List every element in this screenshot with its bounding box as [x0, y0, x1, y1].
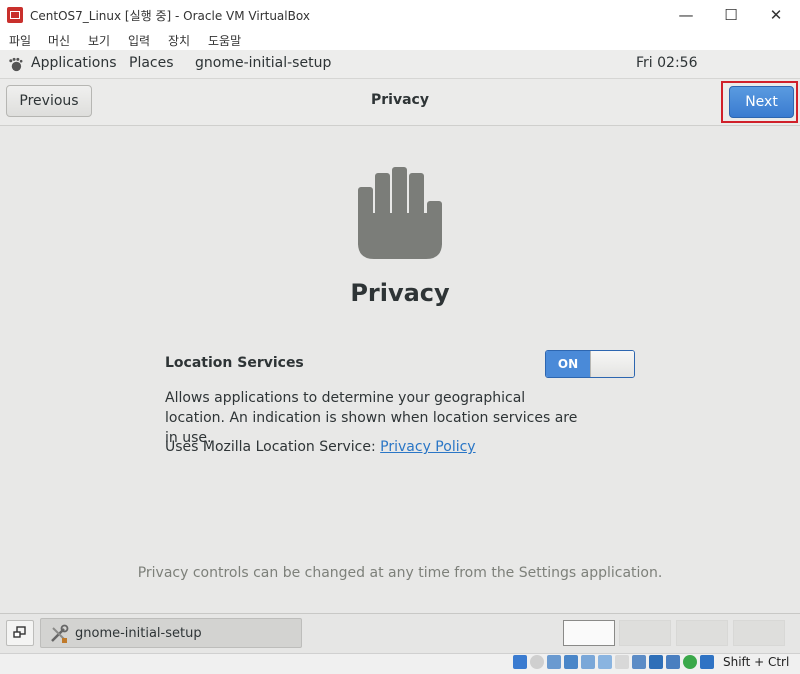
vbox-menu-bar: 파일 머신 보기 입력 장치 도움말 [0, 30, 800, 50]
clock[interactable]: Fri 02:56 [636, 55, 697, 71]
network-adapter-icon[interactable] [564, 655, 578, 669]
window-title: CentOS7_Linux [실행 중] - Oracle VM Virtual… [30, 9, 310, 23]
previous-button[interactable]: Previous [6, 85, 92, 117]
tools-icon [51, 624, 69, 643]
close-button[interactable]: ✕ [761, 5, 791, 25]
gnome-top-bar: Applications Places gnome-initial-setup … [0, 50, 800, 121]
show-desktop-button[interactable] [6, 620, 34, 646]
menu-view[interactable]: 보기 [88, 32, 110, 49]
host-key-label: Shift + Ctrl [723, 655, 790, 669]
workspace-4[interactable] [733, 620, 785, 646]
location-services-label: Location Services [165, 355, 304, 371]
app-menu[interactable]: gnome-initial-setup [195, 55, 331, 71]
vbox-title-bar: CentOS7_Linux [실행 중] - Oracle VM Virtual… [0, 0, 800, 30]
menu-help[interactable]: 도움말 [208, 32, 241, 49]
hard-disk-icon[interactable] [513, 655, 527, 669]
vbox-device-icons [513, 655, 714, 669]
applications-menu[interactable]: Applications [31, 55, 117, 71]
cpu-icon[interactable] [666, 655, 680, 669]
show-desktop-icon [13, 626, 26, 638]
location-services-switch[interactable]: ON [545, 350, 635, 378]
taskbar-item-label: gnome-initial-setup [75, 626, 202, 641]
menu-devices[interactable]: 장치 [168, 32, 190, 49]
virtualbox-icon [7, 7, 23, 23]
mozilla-location-line: Uses Mozilla Location Service: Privacy P… [165, 439, 476, 455]
privacy-hand-icon [358, 167, 442, 259]
places-menu[interactable]: Places [129, 55, 174, 71]
header-title: Privacy [371, 92, 429, 108]
workspace-1[interactable] [563, 620, 615, 646]
vm-window-icon[interactable] [649, 655, 663, 669]
privacy-footer-note: Privacy controls can be changed at any t… [137, 565, 663, 581]
video-capture-icon[interactable] [632, 655, 646, 669]
usb-icon[interactable] [581, 655, 595, 669]
menu-machine[interactable]: 머신 [48, 32, 70, 49]
display-icon[interactable] [615, 655, 629, 669]
mouse-integration-icon[interactable] [683, 655, 697, 669]
maximize-button[interactable]: ☐ [716, 5, 746, 25]
uses-mozilla-text: Uses Mozilla Location Service: [165, 439, 376, 455]
workspace-3[interactable] [676, 620, 728, 646]
workspace-2[interactable] [619, 620, 671, 646]
privacy-heading: Privacy [350, 279, 450, 307]
gnome-foot-icon [9, 57, 23, 72]
audio-icon[interactable] [547, 655, 561, 669]
menu-file[interactable]: 파일 [9, 32, 31, 49]
menu-input[interactable]: 입력 [128, 32, 150, 49]
taskbar-item-gnome-initial-setup[interactable]: gnome-initial-setup [40, 618, 302, 648]
switch-knob[interactable] [590, 351, 634, 377]
optical-drive-icon[interactable] [530, 655, 544, 669]
minimize-button[interactable]: — [671, 5, 701, 25]
shared-folders-icon[interactable] [598, 655, 612, 669]
next-button[interactable]: Next [729, 86, 794, 118]
keyboard-capture-icon[interactable] [700, 655, 714, 669]
switch-on-label: ON [546, 351, 590, 377]
privacy-policy-link[interactable]: Privacy Policy [380, 439, 475, 455]
